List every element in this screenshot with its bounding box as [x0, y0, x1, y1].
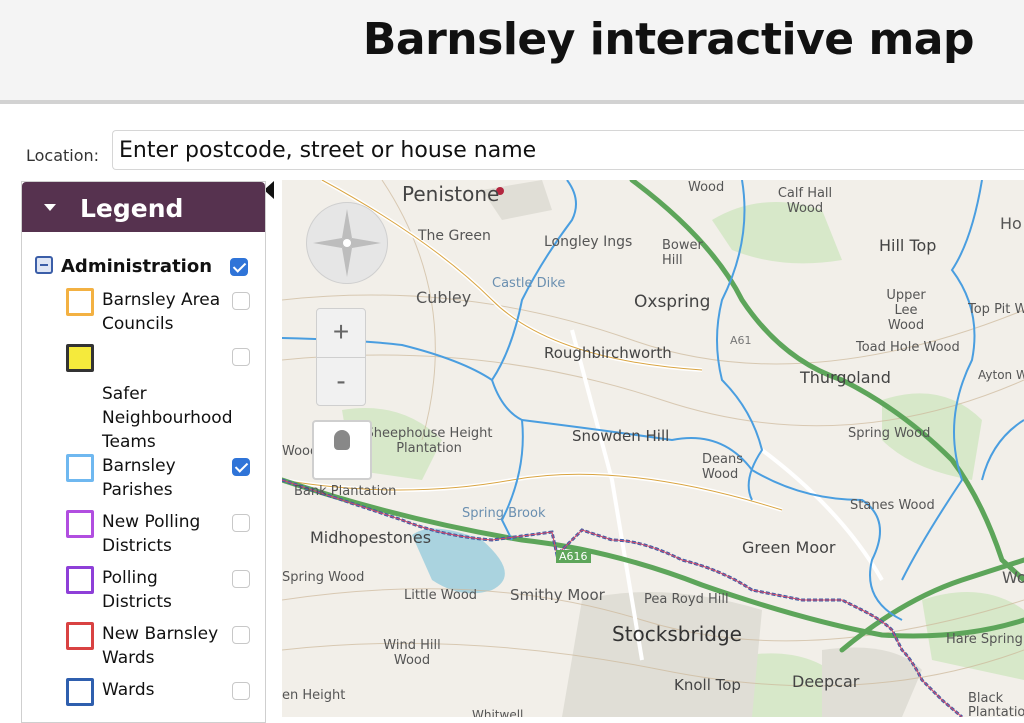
- legend-group-label: Administration: [61, 256, 213, 277]
- place-label: Toad Hole Wood: [856, 340, 960, 355]
- place-label: Castle Dike: [492, 276, 566, 291]
- layer-barnsley-parishes: Barnsley Parishes: [66, 452, 256, 508]
- collapse-minus-icon[interactable]: [35, 256, 53, 274]
- road-label: A61: [730, 334, 752, 347]
- legend-panel: Legend Administration Barnsley Area Coun…: [21, 181, 266, 723]
- place-label: Longley Ings: [544, 234, 633, 250]
- layer-checkbox[interactable]: [232, 458, 250, 476]
- legend-title: Legend: [80, 194, 184, 223]
- place-label: Top Pit W: [968, 302, 1024, 317]
- place-label: Cubley: [416, 288, 472, 307]
- place-label: Spring Brook: [462, 506, 546, 521]
- legend-group-administration: Administration: [35, 256, 255, 280]
- layer-label: Safer Neighbourhood Teams: [102, 384, 233, 452]
- location-label: Location:: [26, 146, 100, 165]
- place-label: Spring Wood: [282, 570, 365, 585]
- layer-checkbox[interactable]: [232, 292, 250, 310]
- place-label: Bower Hill: [662, 238, 703, 268]
- place-label: Pea Royd Hill: [644, 592, 729, 607]
- place-label: Midhopestones: [310, 528, 432, 547]
- page-header: Barnsley interactive map: [0, 0, 1024, 104]
- place-label: The Green: [418, 228, 491, 244]
- administration-checkbox[interactable]: [230, 258, 248, 276]
- place-label: Penistone: [402, 182, 500, 206]
- layer-label: Barnsley Parishes: [102, 456, 176, 500]
- place-label: Hill Top: [879, 236, 937, 255]
- place-label: Black Plantation: [968, 691, 1024, 718]
- compass-icon[interactable]: [306, 202, 388, 284]
- place-label: Green Moor: [742, 538, 836, 557]
- place-label: Oxspring: [634, 292, 711, 312]
- legend-header[interactable]: Legend: [22, 182, 265, 232]
- layer-new-barnsley-wards: New Barnsley Wards: [66, 620, 256, 676]
- layer-label: Barnsley Area Councils: [102, 290, 221, 334]
- yellow-square-swatch-icon: [66, 344, 94, 372]
- place-label: Upper Lee Wood: [886, 288, 926, 333]
- layer-label: New Polling Districts: [102, 512, 201, 556]
- map-viewport[interactable]: Penistone Calf Hall Wood The Green Longl…: [282, 180, 1024, 717]
- layer-label: New Barnsley Wards: [102, 624, 219, 668]
- location-input[interactable]: [112, 130, 1024, 170]
- layer-new-polling-districts: New Polling Districts: [66, 508, 256, 564]
- page-title: Barnsley interactive map: [362, 14, 975, 65]
- layer-polling-districts: Polling Districts: [66, 564, 256, 620]
- place-label: Knoll Top: [674, 676, 741, 694]
- place-label: Hare Spring: [946, 632, 1023, 647]
- layer-label: Polling Districts: [102, 568, 172, 612]
- layer-safer-neighbourhood-teams: Safer Neighbourhood Teams: [66, 342, 256, 452]
- blue-square-swatch-icon: [66, 454, 94, 482]
- place-label: Calf Hall Wood: [777, 186, 833, 216]
- layer-wards: Wards: [66, 676, 256, 716]
- place-label: Spring Wood: [848, 426, 931, 441]
- zoom-in-button[interactable]: +: [317, 309, 365, 358]
- pegman-icon: [334, 430, 350, 450]
- place-label: Ho: [1000, 214, 1022, 233]
- zoom-out-button[interactable]: -: [317, 358, 365, 406]
- purple-square-swatch-icon: [66, 510, 94, 538]
- layer-checkbox[interactable]: [232, 626, 250, 644]
- caret-down-icon: [44, 204, 56, 211]
- place-label: Wood: [688, 180, 725, 195]
- compass-rose: [313, 209, 381, 277]
- red-square-swatch-icon: [66, 622, 94, 650]
- layer-checkbox[interactable]: [232, 570, 250, 588]
- place-label: Stanes Wood: [850, 498, 935, 513]
- layer-label: Wards: [102, 680, 155, 700]
- place-label: Little Wood: [404, 588, 478, 603]
- place-label: Smithy Moor: [510, 586, 605, 604]
- violet-square-swatch-icon: [66, 566, 94, 594]
- place-label: Thurgoland: [800, 368, 891, 387]
- place-label: Snowden Hill: [572, 427, 670, 445]
- place-label: Wo: [1002, 568, 1024, 587]
- layer-barnsley-area-councils: Barnsley Area Councils: [66, 286, 256, 342]
- place-label: Deepcar: [792, 672, 860, 691]
- layer-checkbox[interactable]: [232, 514, 250, 532]
- place-label: en Height: [282, 688, 346, 703]
- street-view-button[interactable]: [312, 420, 372, 480]
- place-label: Whitwell: [472, 708, 524, 717]
- place-label: Ayton W: [978, 368, 1024, 382]
- layer-checkbox[interactable]: [232, 682, 250, 700]
- orange-square-swatch-icon: [66, 288, 94, 316]
- place-label: Sheephouse Height Plantation: [365, 426, 493, 456]
- layer-checkbox[interactable]: [232, 348, 250, 366]
- place-label: Stocksbridge: [612, 622, 742, 646]
- place-label: Roughbirchworth: [544, 344, 672, 362]
- zoom-control: + -: [316, 308, 366, 406]
- road-label: A616: [556, 550, 591, 563]
- place-label: Deans Wood: [702, 452, 743, 482]
- location-search: Location:: [26, 130, 1024, 172]
- place-label: Bank Plantation: [294, 484, 397, 499]
- place-label: Wind Hill Wood: [383, 638, 441, 668]
- dark-blue-square-swatch-icon: [66, 678, 94, 706]
